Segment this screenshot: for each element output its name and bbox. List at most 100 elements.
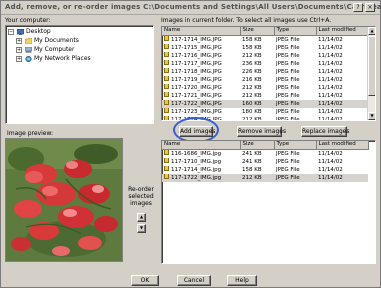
table-row[interactable]: 116-1686_IMG.jpg 241 KB JPEG File 11/14/02	[162, 149, 368, 158]
jpeg-file-icon	[164, 59, 169, 65]
file-modified-cell-text: 11/14/02	[318, 116, 343, 121]
file-modified-cell: 11/14/02	[316, 60, 368, 68]
your-computer-label: Your computer:	[5, 17, 51, 24]
file-modified-cell-text: 11/14/02	[318, 44, 343, 51]
file-size-cell-text: 158 KB	[242, 36, 262, 43]
add-images-button[interactable]: Add images	[179, 126, 215, 137]
help-button[interactable]: Help	[227, 275, 257, 286]
expand-icon[interactable]: +	[16, 56, 22, 62]
jpeg-file-icon	[164, 157, 169, 163]
column-header-modified[interactable]: Last modified	[316, 141, 369, 150]
table-row[interactable]: 117-1718_IMG.JPG 226 KB JPEG File 11/14/02	[162, 67, 368, 76]
table-row[interactable]: 117-1717_IMG.JPG 236 KB JPEG File 11/14/02	[162, 59, 368, 68]
file-size-cell: 216 KB	[240, 76, 274, 84]
table-row[interactable]: 117-1719_IMG.JPG 216 KB JPEG File 11/14/02	[162, 75, 368, 84]
file-modified-cell-text: 11/14/02	[318, 166, 343, 173]
move-up-button[interactable]: ▲	[137, 213, 146, 222]
file-size-cell-text: 212 KB	[242, 84, 262, 91]
table-row[interactable]: 117-1723_IMG.JPG 180 KB JPEG File 11/14/02	[162, 107, 368, 116]
move-down-button[interactable]: ▼	[137, 224, 146, 233]
file-name-cell-text: 117-1722_IMG.JPG	[171, 100, 222, 107]
scroll-up-icon[interactable]: ▲	[368, 27, 375, 35]
file-size-cell: 226 KB	[240, 68, 274, 76]
column-header-name[interactable]: Name	[162, 141, 241, 150]
file-type-cell-text: JPEG File	[276, 166, 300, 173]
file-modified-cell-text: 11/14/02	[318, 92, 343, 99]
column-header-name[interactable]: Name	[162, 27, 241, 36]
table-row[interactable]: 117-1715_IMG.JPG 158 KB JPEG File 11/14/02	[162, 43, 368, 52]
file-type-cell: JPEG File	[274, 116, 316, 121]
cancel-button[interactable]: Cancel	[177, 275, 211, 286]
close-button[interactable]: ×	[365, 3, 375, 12]
folder-images-label: Images in current folder. To select all …	[161, 17, 332, 24]
scroll-down-icon[interactable]: ▼	[368, 112, 375, 120]
tree-item-my-network-places[interactable]: + My Network Places	[16, 55, 146, 63]
column-header-size[interactable]: Size	[240, 141, 275, 150]
column-header-modified[interactable]: Last modified	[316, 27, 369, 36]
file-modified-cell-text: 11/14/02	[318, 150, 343, 157]
file-type-cell: JPEG File	[274, 68, 316, 76]
file-type-cell: JPEG File	[274, 84, 316, 92]
file-name-cell-text: 117-1714_IMG.JPG	[171, 36, 222, 43]
ok-button[interactable]: OK	[131, 275, 159, 286]
file-name-cell: 117-1723_IMG.JPG	[162, 107, 240, 116]
file-type-cell-text: JPEG File	[276, 108, 300, 115]
expand-icon[interactable]: +	[16, 47, 22, 53]
column-header-size[interactable]: Size	[240, 27, 275, 36]
jpeg-file-icon	[164, 91, 169, 97]
file-type-cell-text: JPEG File	[276, 158, 300, 165]
file-name-cell: 116-1686_IMG.jpg	[162, 149, 240, 158]
table-row[interactable]: 117-1722_IMG.jpg 212 KB JPEG File 11/14/02	[162, 173, 368, 182]
table-row[interactable]: 117-1714_IMG.jpg 158 KB JPEG File 11/14/02	[162, 165, 368, 174]
file-type-cell-text: JPEG File	[276, 150, 300, 157]
scroll-thumb[interactable]	[368, 36, 375, 96]
file-type-cell-text: JPEG File	[276, 92, 300, 99]
file-size-cell-text: 226 KB	[242, 68, 262, 75]
file-modified-cell: 11/14/02	[316, 44, 368, 52]
file-size-cell-text: 212 KB	[242, 52, 262, 59]
table-row[interactable]: 117-1722_IMG.JPG 160 KB JPEG File 11/14/02	[162, 99, 368, 108]
file-type-cell: JPEG File	[274, 166, 316, 174]
tree-item-label: My Computer	[34, 46, 75, 53]
table-row[interactable]: 117-1716_IMG.JPG 212 KB JPEG File 11/14/02	[162, 51, 368, 60]
column-header-type[interactable]: Type	[274, 27, 317, 36]
remove-images-button[interactable]: Remove images	[237, 126, 286, 137]
expand-icon[interactable]: +	[16, 38, 22, 44]
file-type-cell: JPEG File	[274, 99, 316, 108]
file-name-cell-text: 117-1717_IMG.JPG	[171, 60, 222, 67]
column-header-type[interactable]: Type	[274, 141, 317, 150]
file-size-cell: 236 KB	[240, 60, 274, 68]
jpeg-file-icon	[164, 173, 169, 179]
file-name-cell-text: 117-1719_IMG.JPG	[171, 76, 222, 83]
file-size-cell: 158 KB	[240, 35, 274, 44]
file-size-cell: 212 KB	[240, 52, 274, 60]
table-row[interactable]: 117-1721_IMG.JPG 212 KB JPEG File 11/14/02	[162, 91, 368, 100]
selected-table: Name Size Type Last modified 116-1686_IM…	[162, 141, 369, 182]
selected-images-list[interactable]: Name Size Type Last modified 116-1686_IM…	[161, 140, 376, 264]
file-modified-cell: 11/14/02	[316, 84, 368, 92]
table-row[interactable]: 117-1720_IMG.JPG 212 KB JPEG File 11/14/02	[162, 83, 368, 92]
tree-item-desktop[interactable]: − Desktop	[8, 28, 148, 36]
file-name-cell-text: 117-1722_IMG.jpg	[171, 174, 222, 181]
tree-item-my-computer[interactable]: + My Computer	[16, 46, 146, 54]
replace-images-button[interactable]: Replace images	[301, 126, 349, 137]
file-modified-cell: 11/14/02	[316, 166, 368, 174]
file-name-cell: 117-1714_IMG.JPG	[162, 35, 240, 44]
flower-preview-image	[6, 139, 122, 261]
jpeg-file-icon	[164, 149, 169, 155]
collapse-icon[interactable]: −	[8, 29, 14, 35]
table-row[interactable]: 117-1710_IMG.jpg 241 KB JPEG File 11/14/02	[162, 157, 368, 166]
table-row[interactable]: 117-1714_IMG.JPG 158 KB JPEG File 11/14/02	[162, 35, 368, 44]
file-modified-cell-text: 11/14/02	[318, 68, 343, 75]
help-title-button[interactable]: ?	[353, 3, 363, 12]
tree-item-my-documents[interactable]: + My Documents	[16, 37, 146, 45]
folder-scrollbar[interactable]: ▲ ▼	[367, 27, 375, 120]
jpeg-file-icon	[164, 115, 169, 120]
jpeg-file-icon	[164, 75, 169, 81]
file-name-cell-text: 117-1721_IMG.JPG	[171, 92, 222, 99]
folder-images-list[interactable]: Name Size Type Last modified 117-1714_IM…	[161, 26, 376, 121]
file-size-cell-text: 158 KB	[242, 44, 262, 51]
selected-table-header: Name Size Type Last modified	[162, 141, 369, 150]
jpeg-file-icon	[164, 107, 169, 113]
jpeg-file-icon	[164, 35, 169, 41]
